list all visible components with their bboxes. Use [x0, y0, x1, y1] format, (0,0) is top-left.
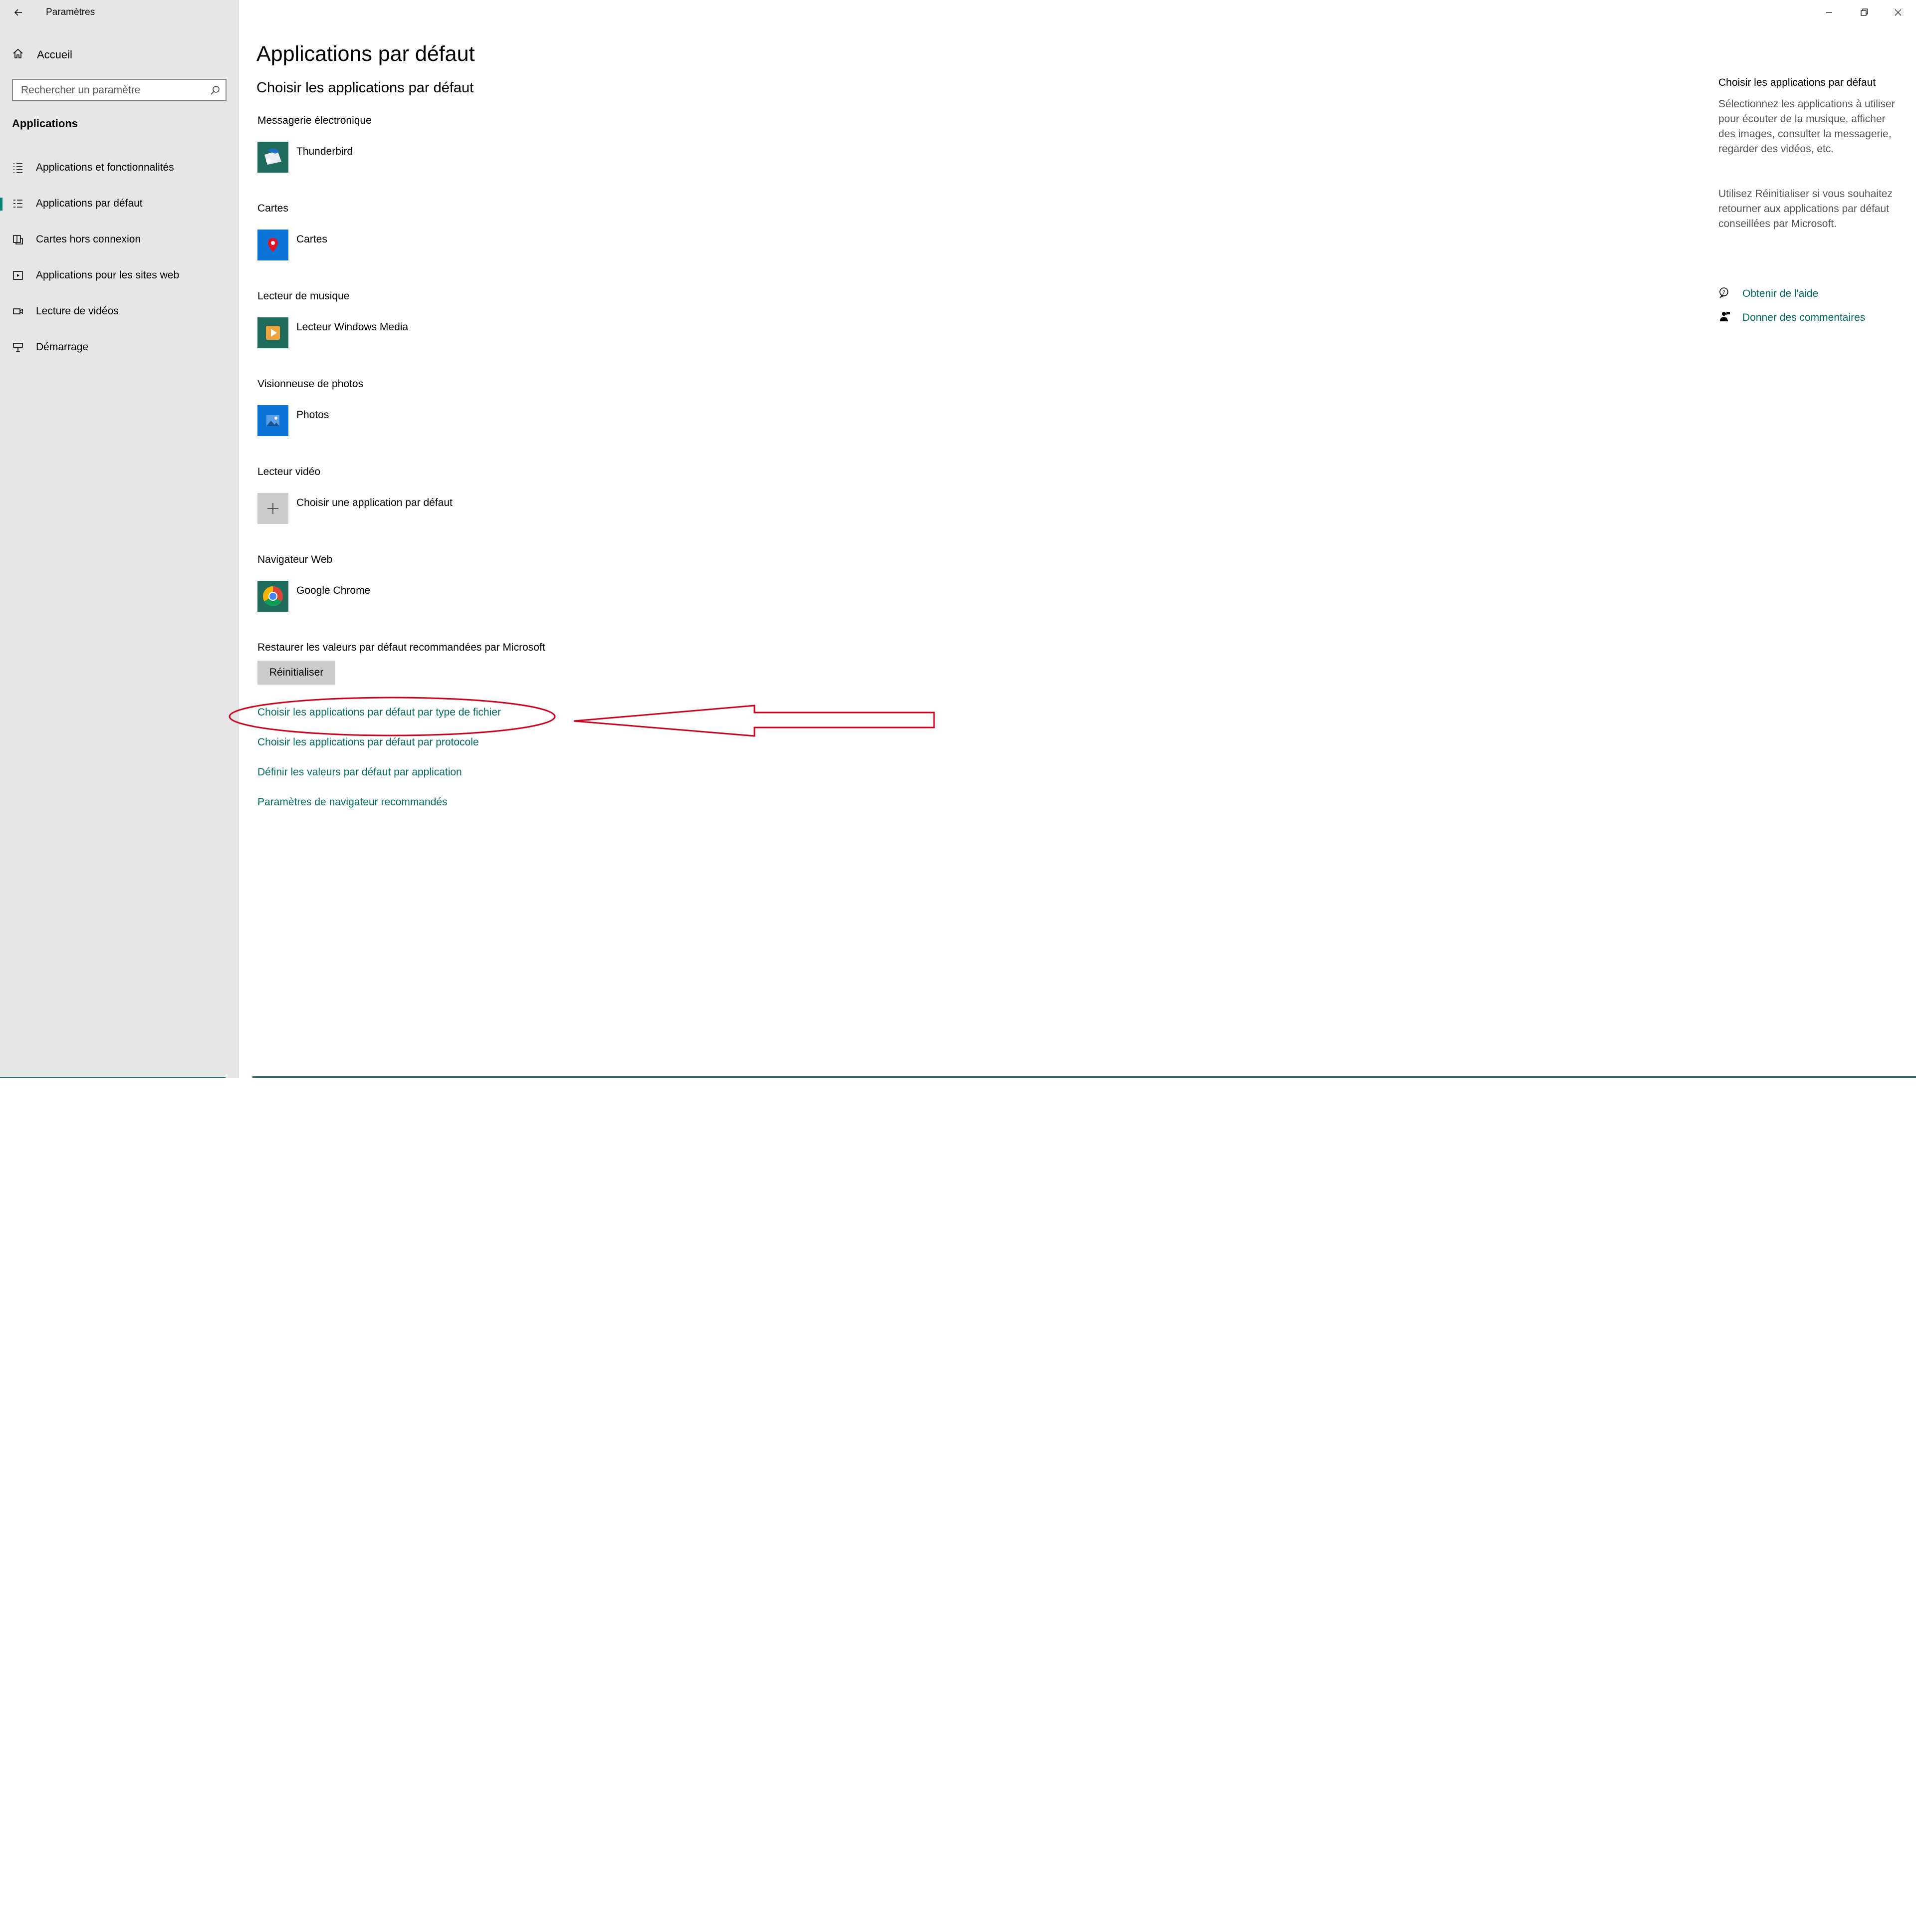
- chrome-icon: [257, 581, 288, 612]
- app-name: Google Chrome: [296, 585, 371, 596]
- sidebar-item-label: Applications pour les sites web: [36, 269, 180, 281]
- default-app-photos[interactable]: Photos: [257, 405, 329, 437]
- restore-icon: [1861, 8, 1868, 16]
- list-icon: [11, 161, 25, 175]
- default-app-browser[interactable]: Google Chrome: [257, 581, 370, 613]
- default-app-video[interactable]: Choisir une application par défaut: [257, 493, 453, 525]
- home-label: Accueil: [37, 48, 72, 61]
- sidebar-item-label: Applications et fonctionnalités: [36, 162, 174, 173]
- sidebar-item-label: Démarrage: [36, 341, 89, 353]
- minimize-icon: [1826, 12, 1832, 13]
- app-name: Choisir une application par défaut: [296, 497, 453, 508]
- app-name: Cartes: [296, 234, 327, 245]
- category-label-browser: Navigateur Web: [257, 554, 333, 565]
- svg-text:?: ?: [1722, 290, 1725, 295]
- annotation-overlay: [229, 697, 935, 737]
- help-link[interactable]: ? Obtenir de l'aide: [1718, 285, 1818, 302]
- sidebar-item-label: Cartes hors connexion: [36, 234, 141, 245]
- video-icon: [11, 304, 25, 318]
- restore-button[interactable]: [1853, 5, 1875, 20]
- category-label-maps: Cartes: [257, 203, 288, 214]
- feedback-link-label: Donner des commentaires: [1742, 312, 1866, 323]
- link-by-app[interactable]: Définir les valeurs par défaut par appli…: [257, 766, 462, 778]
- category-label-music: Lecteur de musique: [257, 290, 350, 302]
- app-name: Lecteur Windows Media: [296, 321, 409, 333]
- default-app-email[interactable]: Thunderbird: [257, 142, 353, 174]
- bottom-divider-left: [0, 1077, 226, 1078]
- sidebar-item-video[interactable]: Lecture de vidéos: [0, 296, 239, 326]
- default-app-maps[interactable]: Cartes: [257, 230, 327, 261]
- sidebar-item-apps-features[interactable]: Applications et fonctionnalités: [0, 153, 239, 183]
- maps-app-icon: [257, 230, 288, 260]
- close-icon: [1895, 9, 1902, 16]
- app-name: Photos: [296, 409, 329, 421]
- link-browser-settings[interactable]: Paramètres de navigateur recommandés: [257, 796, 448, 808]
- sidebar-item-default-apps[interactable]: Applications par défaut: [0, 189, 239, 219]
- default-app-music[interactable]: Lecteur Windows Media: [257, 317, 408, 349]
- photos-app-icon: [257, 405, 288, 436]
- annotation-ellipse: [229, 697, 556, 736]
- window-title: Paramètres: [46, 7, 95, 17]
- thunderbird-icon: [257, 142, 288, 173]
- offline-maps-icon: [11, 233, 25, 246]
- page-subtitle: Choisir les applications par défaut: [256, 80, 474, 96]
- sidebar-item-offline-maps[interactable]: Cartes hors connexion: [0, 225, 239, 254]
- right-panel-description-2: Utilisez Réinitialiser si vous souhaitez…: [1718, 188, 1893, 230]
- web-apps-icon: [11, 268, 25, 282]
- feedback-link[interactable]: Donner des commentaires: [1718, 309, 1865, 326]
- home-nav-item[interactable]: Accueil: [12, 45, 72, 65]
- windows-media-player-icon: [257, 317, 288, 348]
- minimize-button[interactable]: [1818, 5, 1840, 20]
- sidebar-item-label: Lecture de vidéos: [36, 305, 119, 317]
- right-panel-description-1: Sélectionnez les applications à utiliser…: [1718, 98, 1895, 155]
- sidebar-item-startup[interactable]: Démarrage: [0, 332, 239, 362]
- feedback-icon: [1718, 310, 1731, 326]
- category-label-email: Messagerie électronique: [257, 115, 372, 126]
- close-button[interactable]: [1887, 5, 1909, 20]
- sidebar: Paramètres Accueil Rechercher un paramèt…: [0, 0, 239, 1078]
- right-panel-title: Choisir les applications par défaut: [1718, 77, 1876, 88]
- reset-button[interactable]: Réinitialiser: [257, 661, 335, 685]
- help-icon: ?: [1718, 286, 1731, 302]
- section-title: Applications: [12, 117, 78, 130]
- reset-label: Restaurer les valeurs par défaut recomma…: [257, 642, 545, 653]
- help-link-label: Obtenir de l'aide: [1742, 288, 1819, 299]
- app-name: Thunderbird: [296, 146, 353, 157]
- startup-icon: [11, 340, 25, 354]
- default-apps-icon: [11, 197, 25, 211]
- back-arrow-icon[interactable]: [11, 5, 26, 20]
- sidebar-item-label: Applications par défaut: [36, 198, 143, 209]
- category-label-photos: Visionneuse de photos: [257, 378, 364, 390]
- search-placeholder: Rechercher un paramètre: [21, 84, 141, 96]
- plus-icon: [257, 493, 288, 524]
- page-title: Applications par défaut: [256, 42, 475, 66]
- category-label-video: Lecteur vidéo: [257, 466, 321, 478]
- bottom-divider: [252, 1076, 1916, 1078]
- sidebar-item-web-apps[interactable]: Applications pour les sites web: [0, 260, 239, 290]
- search-input[interactable]: Rechercher un paramètre: [12, 79, 227, 101]
- search-icon[interactable]: [210, 85, 221, 96]
- annotation-arrow: [573, 705, 935, 737]
- home-icon: [12, 48, 24, 62]
